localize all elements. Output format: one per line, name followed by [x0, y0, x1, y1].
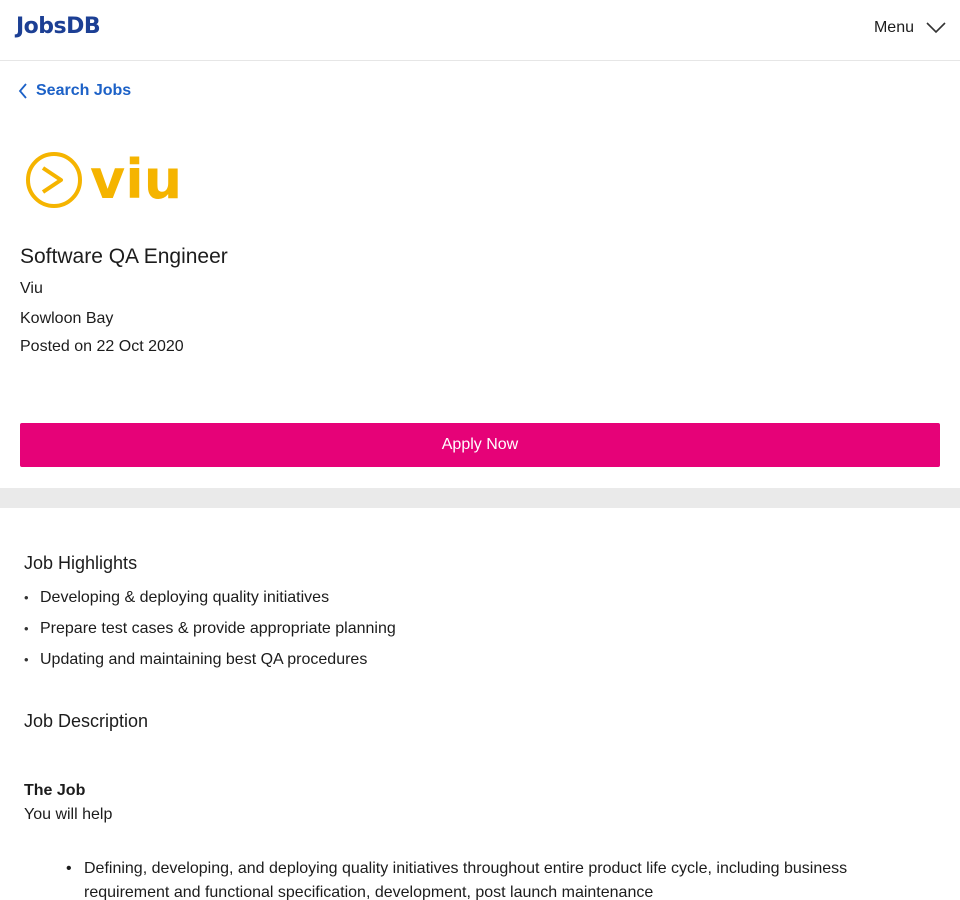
- company-logo-text: viu: [90, 148, 182, 211]
- apply-now-button[interactable]: Apply Now: [20, 423, 940, 467]
- job-highlights-heading: Job Highlights: [24, 553, 138, 573]
- posted-date: Posted on 22 Oct 2020: [20, 338, 184, 355]
- description-item: Defining, developing, and deploying qual…: [66, 857, 884, 900]
- back-to-search-link[interactable]: Search Jobs: [18, 82, 131, 100]
- job-title: Software QA Engineer: [20, 245, 228, 268]
- description-subheading: The Job: [24, 782, 86, 799]
- description-intro: You will help: [24, 806, 113, 823]
- company-name: Viu: [20, 280, 43, 297]
- company-logo: viu: [26, 148, 182, 211]
- jobsdb-logo[interactable]: JobsDB: [16, 14, 101, 39]
- highlight-item: Updating and maintaining best QA procedu…: [24, 650, 396, 681]
- highlight-item: Prepare test cases & provide appropriate…: [24, 619, 396, 650]
- chevron-left-icon: [18, 83, 27, 99]
- chevron-down-icon: [926, 22, 946, 34]
- job-description-heading: Job Description: [24, 711, 149, 731]
- top-header: JobsDB Menu: [0, 0, 960, 61]
- description-list: Defining, developing, and deploying qual…: [66, 857, 884, 900]
- menu-label: Menu: [873, 19, 914, 36]
- menu-button[interactable]: Menu: [874, 19, 946, 37]
- job-location: Kowloon Bay: [20, 310, 114, 327]
- back-label: Search Jobs: [36, 82, 132, 99]
- highlight-item: Developing & deploying quality initiativ…: [24, 588, 396, 619]
- job-highlights-list: Developing & deploying quality initiativ…: [24, 588, 396, 681]
- section-divider: [0, 488, 960, 508]
